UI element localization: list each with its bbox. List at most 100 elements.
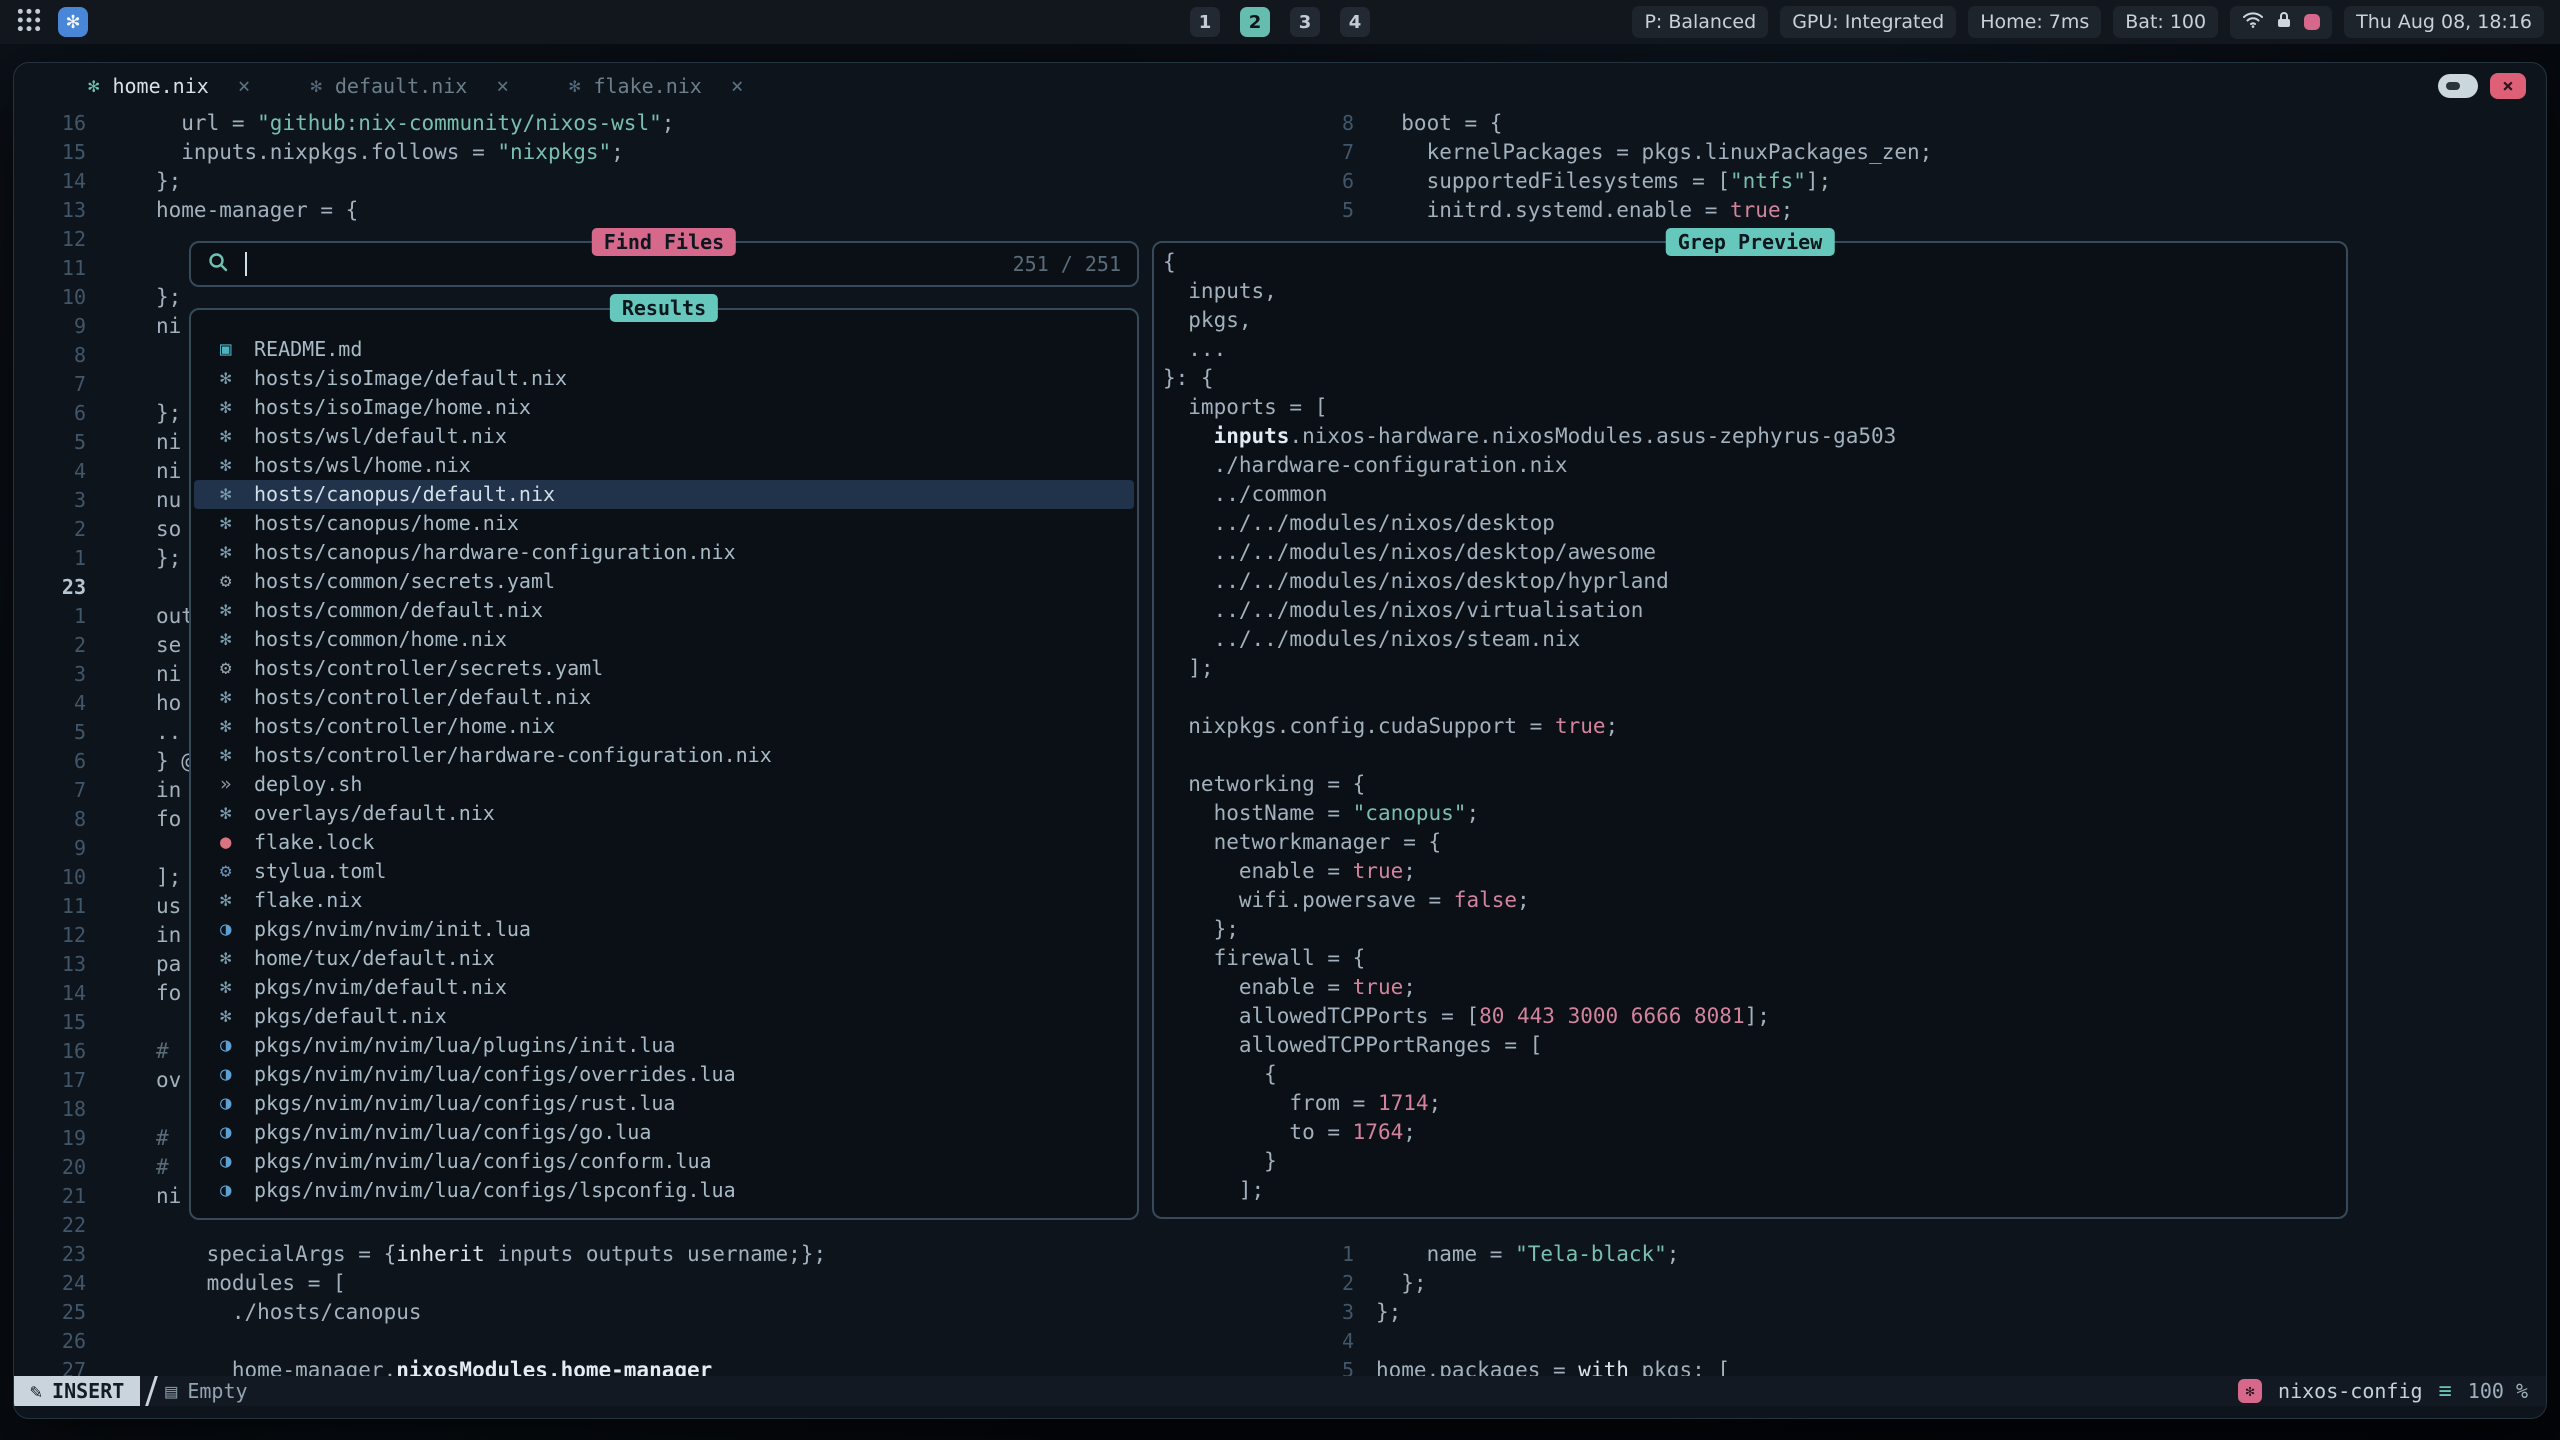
line-number: 8 [14,805,86,834]
line-number: 9 [14,312,86,341]
preview-code-line: ../../modules/nixos/desktop/hyprland [1163,567,2342,596]
finder-result-row[interactable]: ✻pkgs/nvim/default.nix [194,973,1134,1002]
lock-icon[interactable] [2276,11,2292,34]
workspace-4-button[interactable]: 4 [1340,7,1370,37]
lock-file-icon: ● [220,828,254,857]
finder-result-row[interactable]: ◑pkgs/nvim/nvim/lua/configs/conform.lua [194,1147,1134,1176]
finder-result-row[interactable]: ◑pkgs/nvim/nvim/lua/configs/overrides.lu… [194,1060,1134,1089]
workspace-1-button[interactable]: 1 [1190,7,1220,37]
code-line: 26 [14,1327,1244,1356]
code-line: 5 initrd.systemd.enable = true; [1254,196,2544,225]
nix-logo-badge[interactable]: ✻ [58,7,88,37]
finder-result-row[interactable]: ✻hosts/isoImage/default.nix [194,364,1134,393]
line-number: 12 [14,921,86,950]
finder-result-label: hosts/controller/home.nix [254,712,555,741]
line-number: 5 [14,718,86,747]
finder-result-row[interactable]: ✻flake.nix [194,886,1134,915]
tab-default-nix[interactable]: ✻ default.nix × [310,74,509,98]
file-icon: ▤ [165,1379,177,1403]
preview-code-line: }: { [1163,364,2342,393]
finder-result-row[interactable]: ✻hosts/common/home.nix [194,625,1134,654]
finder-result-row[interactable]: ⚙stylua.toml [194,857,1134,886]
finder-result-row[interactable]: ✻hosts/canopus/home.nix [194,509,1134,538]
code-line: 23 specialArgs = {inherit inputs outputs… [14,1240,1244,1269]
finder-result-row[interactable]: ✻pkgs/default.nix [194,1002,1134,1031]
finder-result-row[interactable]: ✻home/tux/default.nix [194,944,1134,973]
preview-code-line: { [1163,1060,2342,1089]
line-number: 15 [14,138,86,167]
line-number: 4 [14,689,86,718]
code-line: 24 modules = [ [14,1269,1244,1298]
workspace-3-button[interactable]: 3 [1290,7,1320,37]
line-number: 1 [1254,1240,1354,1269]
preview-code-line: } [1163,1147,2342,1176]
finder-result-label: hosts/isoImage/default.nix [254,364,567,393]
file-status: ▤ Empty [165,1379,247,1403]
finder-result-row[interactable]: ✻hosts/wsl/default.nix [194,422,1134,451]
preview-code-line: imports = [ [1163,393,2342,422]
tab-label: home.nix [112,74,208,98]
finder-result-row[interactable]: ✻hosts/canopus/default.nix [194,480,1134,509]
close-tab-icon[interactable]: × [496,74,509,98]
code-line: 15 inputs.nixpkgs.follows = "nixpkgs"; [14,138,1244,167]
code-line: 3}; [1254,1298,2544,1327]
tab-home-nix[interactable]: ✻ home.nix × [88,74,250,98]
line-number: 26 [14,1327,86,1356]
finder-result-row[interactable]: ✻hosts/controller/home.nix [194,712,1134,741]
close-tab-icon[interactable]: × [731,74,744,98]
preview-code-line: inputs.nixos-hardware.nixosModules.asus-… [1163,422,2342,451]
finder-result-label: pkgs/nvim/nvim/lua/configs/rust.lua [254,1089,675,1118]
finder-result-row[interactable]: ✻hosts/wsl/home.nix [194,451,1134,480]
nix-file-icon: ✻ [220,799,254,828]
finder-result-row[interactable]: ◑pkgs/nvim/nvim/lua/configs/lspconfig.lu… [194,1176,1134,1205]
finder-result-row[interactable]: ✻hosts/controller/hardware-configuration… [194,741,1134,770]
finder-result-row[interactable]: ✻hosts/isoImage/home.nix [194,393,1134,422]
terminal-window: ✻ home.nix × ✻ default.nix × ✻ flake.nix… [13,62,2547,1419]
grep-preview-popup: { inputs, pkgs, ...}: { imports = [ inpu… [1152,241,2348,1219]
finder-result-label: stylua.toml [254,857,386,886]
clock: Thu Aug 08, 18:16 [2344,6,2544,38]
finder-result-row[interactable]: ▣README.md [194,335,1134,364]
preview-code: { inputs, pkgs, ...}: { imports = [ inpu… [1163,248,2342,1213]
finder-result-label: hosts/common/home.nix [254,625,507,654]
finder-result-row[interactable]: ●flake.lock [194,828,1134,857]
close-tab-icon[interactable]: × [238,74,251,98]
app-launcher-icon[interactable] [16,7,42,38]
finder-result-row[interactable]: ◑pkgs/nvim/nvim/init.lua [194,915,1134,944]
tab-flake-nix[interactable]: ✻ flake.nix × [569,74,743,98]
gpu-status: GPU: Integrated [1780,6,1956,38]
find-files-title: Find Files [592,228,736,256]
wifi-icon[interactable] [2242,11,2264,34]
pin-toggle-button[interactable] [2438,74,2478,98]
preview-code-line: pkgs, [1163,306,2342,335]
close-window-button[interactable]: × [2490,73,2526,99]
finder-result-label: hosts/controller/secrets.yaml [254,654,603,683]
workspace-2-button[interactable]: 2 [1240,7,1270,37]
finder-result-row[interactable]: ⚙hosts/controller/secrets.yaml [194,654,1134,683]
lua-file-icon: ◑ [220,1147,254,1176]
finder-result-label: pkgs/default.nix [254,1002,447,1031]
preview-code-line: enable = true; [1163,857,2342,886]
finder-result-row[interactable]: ✻overlays/default.nix [194,799,1134,828]
line-number: 20 [14,1153,86,1182]
finder-result-row[interactable]: ◑pkgs/nvim/nvim/lua/plugins/init.lua [194,1031,1134,1060]
finder-result-row[interactable]: ◑pkgs/nvim/nvim/lua/configs/rust.lua [194,1089,1134,1118]
tab-label: default.nix [335,74,467,98]
finder-result-row[interactable]: ⚙hosts/common/secrets.yaml [194,567,1134,596]
finder-result-row[interactable]: ✻hosts/common/default.nix [194,596,1134,625]
line-number: 12 [14,225,86,254]
line-number: 24 [14,1269,86,1298]
preview-code-line: ... [1163,335,2342,364]
finder-result-row[interactable]: ◑pkgs/nvim/nvim/lua/configs/go.lua [194,1118,1134,1147]
finder-result-row[interactable]: »deploy.sh [194,770,1134,799]
finder-result-row[interactable]: ✻hosts/canopus/hardware-configuration.ni… [194,538,1134,567]
line-number: 11 [14,892,86,921]
line-number: 4 [1254,1327,1354,1356]
recorder-icon[interactable] [2304,14,2320,30]
line-number: 3 [1254,1298,1354,1327]
nix-file-icon: ✻ [220,944,254,973]
finder-result-row[interactable]: ✻hosts/controller/default.nix [194,683,1134,712]
preview-code-line: allowedTCPPortRanges = [ [1163,1031,2342,1060]
line-number: 18 [14,1095,86,1124]
nix-file-icon: ✻ [220,886,254,915]
